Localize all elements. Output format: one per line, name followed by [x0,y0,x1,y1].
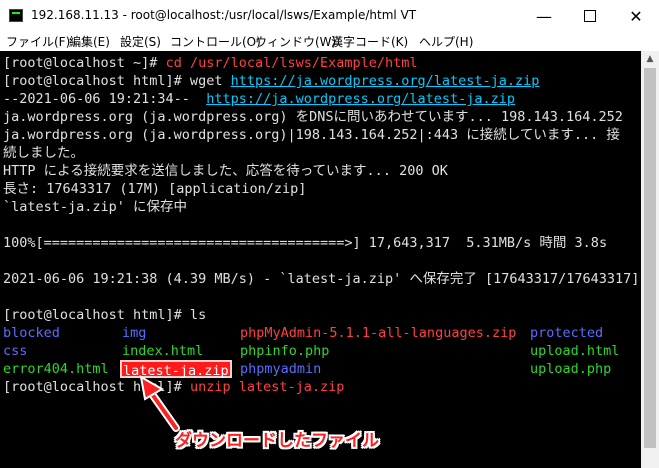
terminal-line: `latest-ja.zip' に保存中 [3,199,188,215]
prompt: [root@localhost html]# wget [3,73,231,89]
maximize-icon [584,10,596,22]
terminal-line: [root@localhost ~]# cd /usr/local/lsws/E… [3,54,418,72]
ls-entry-file: error404.html [3,361,109,377]
terminal-line: 長さ: 17643317 (17M) [application/zip] [3,181,307,197]
minimize-button[interactable]: — [521,0,567,32]
minimize-icon: — [536,6,552,26]
terminal-line: 続しました。 [3,145,84,161]
ls-entry-dir: img [122,325,147,341]
progress-line: 100%[===================================… [3,235,608,251]
command-text: unzip latest-ja.zip [189,379,345,395]
maximize-button[interactable] [567,0,613,32]
ls-entry-file: phpinfo.php [240,343,330,359]
terminal-app-icon[interactable] [9,9,23,22]
menu-kanji-code[interactable]: 漢字コード(K) [331,33,408,50]
ls-entry-dir: protected [530,325,604,341]
scroll-thumb[interactable] [644,68,656,448]
ls-entry-dir: phpmyadmin [240,361,322,377]
download-url: https://ja.wordpress.org/latest-ja.zip [230,73,540,89]
timestamp: --2021-06-06 19:21:34-- [3,91,207,107]
terminal-line: ja.wordpress.org (ja.wordpress.org) をDNS… [3,109,623,125]
ls-entry-file: upload.php [530,361,612,377]
ls-entry-dir: css [3,343,28,359]
annotation-label: ダウンロードしたファイル [175,431,379,451]
terminal-line: 2021-06-06 19:21:38 (4.39 MB/s) - `lates… [3,271,640,287]
menu-help[interactable]: ヘルプ(H) [419,33,473,50]
ls-entry-dir: blocked [3,325,60,341]
close-icon: ✕ [629,6,643,26]
close-button[interactable]: ✕ [613,0,659,32]
vertical-scrollbar[interactable]: ▲ [641,51,659,468]
ls-entry-archive: phpMyAdmin-5.1.1-all-languages.zip [240,325,517,341]
terminal-line: ja.wordpress.org (ja.wordpress.org)|198.… [3,127,620,143]
menu-file[interactable]: ファイル(F) [6,33,70,50]
title-bar: 192.168.11.13 - root@localhost:/usr/loca… [0,0,659,32]
command-text: cd /usr/local/lsws/Example/html [165,55,418,71]
terminal-line: [root@localhost html]# unzip latest-ja.z… [3,378,344,396]
menu-control[interactable]: コントロール(O) [170,33,261,50]
window-title: 192.168.11.13 - root@localhost:/usr/loca… [31,8,417,22]
ls-entry-file: index.html [122,343,204,359]
ls-entry-latest-zip-highlighted: latest-ja.zip [120,360,232,379]
terminal-line: HTTP による接続要求を送信しました、応答を待っています... 200 OK [3,163,448,179]
menu-settings[interactable]: 設定(S) [120,33,161,50]
download-url: https://ja.wordpress.org/latest-ja.zip [206,91,516,107]
menu-bar: ファイル(F) 編集(E) 設定(S) コントロール(O) ウィンドウ(W) 漢… [0,32,659,51]
terminal-line: --2021-06-06 19:21:34-- https://ja.wordp… [3,90,515,108]
scroll-up-arrow-icon[interactable]: ▲ [641,51,659,68]
terminal-screen[interactable]: [root@localhost ~]# cd /usr/local/lsws/E… [0,51,641,468]
prompt: [root@localhost html]# [3,379,190,395]
prompt: [root@localhost ~]# [3,55,166,71]
menu-edit[interactable]: 編集(E) [69,33,110,50]
terminal-line: [root@localhost html]# ls [3,307,207,323]
menu-window[interactable]: ウィンドウ(W) [255,33,336,50]
ls-entry-file: upload.html [530,343,620,359]
terminal-line: [root@localhost html]# wget https://ja.w… [3,72,539,90]
